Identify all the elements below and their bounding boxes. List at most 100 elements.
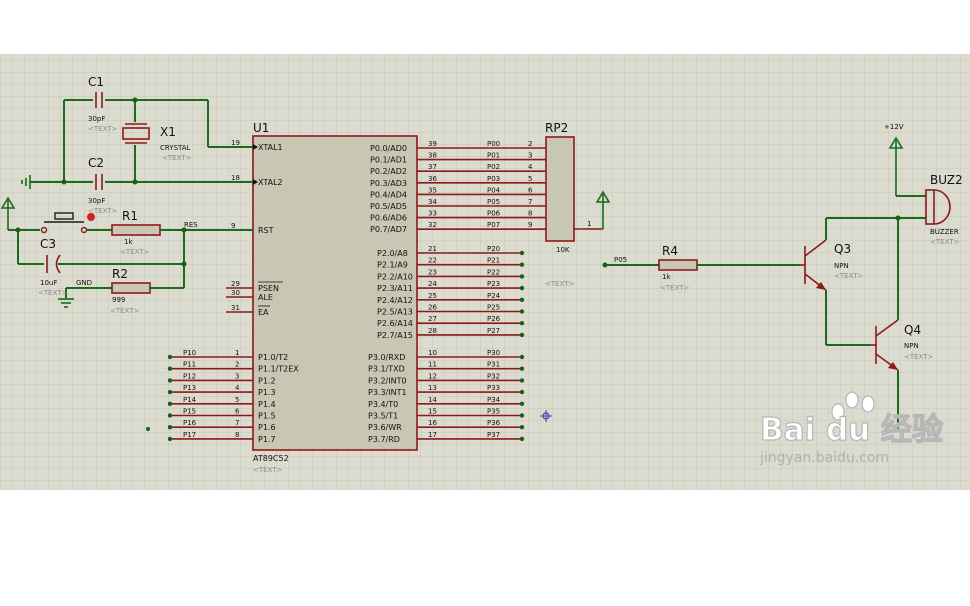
pin-name-p2-5: P2.5/A13 [377,308,413,317]
pin-number-24: 24 [428,280,437,288]
pin-number-28: 28 [428,327,437,335]
pin-name-ale: ALE [258,293,273,302]
rp2-pin-number-6: 6 [528,186,533,194]
junction-dot-p2-1 [519,262,525,267]
pin-name-p3-3: P3.3/INT1 [368,388,407,397]
pin-number-26: 26 [428,304,437,312]
net-label-p01: P01 [487,152,500,160]
net-label-p36: P36 [487,419,501,427]
r4-text-placeholder: <TEXT> [660,284,690,292]
net-label-p37: P37 [487,431,500,439]
pin-name-p3-5: P3.5/T1 [368,412,398,421]
x1-ref: X1 [160,125,176,139]
net-label-p34: P34 [487,396,501,404]
pin-name-p3-7: P3.7/RD [368,435,400,444]
pin-number-36: 36 [428,175,437,183]
rp2-pin-number-4: 4 [528,163,533,171]
pin-name-p2-2: P2.2/A10 [377,272,413,281]
q3-ref: Q3 [834,242,851,256]
buz2-type: BUZZER [930,228,959,236]
pin-name-p1-7: P1.7 [258,435,276,444]
c1-ref: C1 [88,75,104,89]
pin-name-p0-5: P0.5/AD5 [370,202,407,211]
pin-number-14: 14 [428,396,437,404]
junction-dot-p2-3 [519,285,525,291]
pin-number-4: 4 [235,384,240,392]
q4-text-placeholder: <TEXT> [904,353,934,361]
pin-number-30: 30 [231,289,240,297]
pin-number-7: 7 [235,419,239,427]
rp2-pin-number-7: 7 [528,198,532,206]
rp2-value: 10K [556,246,570,254]
buz2-text-placeholder: <TEXT> [930,238,960,246]
net-label-p35: P35 [487,408,500,416]
rp2-text-placeholder: <TEXT> [545,280,575,288]
junction-dot-p2-6 [519,321,525,326]
net-label-p21: P21 [487,257,500,265]
c1-value: 30pF [88,115,105,123]
c2-value: 30pF [88,197,105,205]
pin-name-p1-4: P1.4 [258,400,276,409]
net-label-p23: P23 [487,280,500,288]
junction-dot-p1-7 [167,436,173,442]
junction-dot-p1-0 [167,354,173,360]
pin-name-p1-2: P1.2 [258,376,276,385]
net-label-p32: P32 [487,372,500,380]
pin-number-17: 17 [428,431,437,439]
junction-dot-p1-3 [167,389,173,395]
net-label-p31: P31 [487,361,500,369]
pin-number-37: 37 [428,163,437,171]
pin-name-p0-2: P0.2/AD2 [370,167,407,176]
pin-name-p3-6: P3.6/WR [368,423,402,432]
pin-name-p0-0: P0.0/AD0 [370,144,407,153]
pin-name-p2-7: P2.7/A15 [377,331,413,340]
pin-number-33: 33 [428,210,437,218]
pin-name-ea: EA [258,308,269,317]
net-label-p33: P33 [487,384,500,392]
net-label-p10: P10 [183,349,196,357]
r1-ref: R1 [122,209,138,223]
net-label-p25: P25 [487,304,500,312]
pin-number-31: 31 [231,304,240,312]
r1-text-placeholder: <TEXT> [120,248,150,256]
net-label-p15: P15 [183,408,196,416]
q3-text-placeholder: <TEXT> [834,272,864,280]
pin-name-p1-5: P1.5 [258,412,276,421]
pin-name-p2-6: P2.6/A14 [377,319,413,328]
junction-dot-p3-2 [519,378,525,383]
r1-value: 1k [124,238,133,246]
junction-dot-p3-7 [519,436,525,442]
junction-dot-p3-4 [519,401,525,406]
pin-number-32: 32 [428,221,437,229]
pin-number-21: 21 [428,245,437,253]
junction-dot-p1-1 [167,366,173,371]
pin-name-p2-1: P2.1/A9 [377,261,408,270]
net-label-p05: P05 [487,198,500,206]
junction-dot-p1-2 [167,378,173,383]
pin-name-p0-3: P0.3/AD3 [370,179,407,188]
junction-dot-p2-7 [519,332,525,338]
pin-number-29: 29 [231,280,240,288]
pin-number-35: 35 [428,186,437,194]
pin-name-p3-1: P3.1/TXD [368,365,405,374]
net-label-p04: P04 [487,186,501,194]
net-p05-label: P05 [614,256,627,264]
pin-number-25: 25 [428,292,437,300]
rp2-body [545,136,575,242]
net-label-p07: P07 [487,221,500,229]
pin-number-1: 1 [235,349,239,357]
net-label-p14: P14 [183,396,197,404]
pin-name-p0-1: P0.1/AD1 [370,156,407,165]
pin-number-22: 22 [428,257,437,265]
pin-number-3: 3 [235,372,239,380]
pin-number-11: 11 [428,361,437,369]
watermark-logo-text: Bai du 经验 [760,412,943,448]
net-res-label: RES [184,221,198,229]
x1-text-placeholder: <TEXT> [162,154,192,162]
net-label-p02: P02 [487,163,500,171]
net-label-p27: P27 [487,327,500,335]
net-label-p20: P20 [487,245,500,253]
pin-name-xtal2: XTAL2 [258,178,283,187]
net-label-p30: P30 [487,349,500,357]
junction-dot-p3-1 [519,366,525,371]
